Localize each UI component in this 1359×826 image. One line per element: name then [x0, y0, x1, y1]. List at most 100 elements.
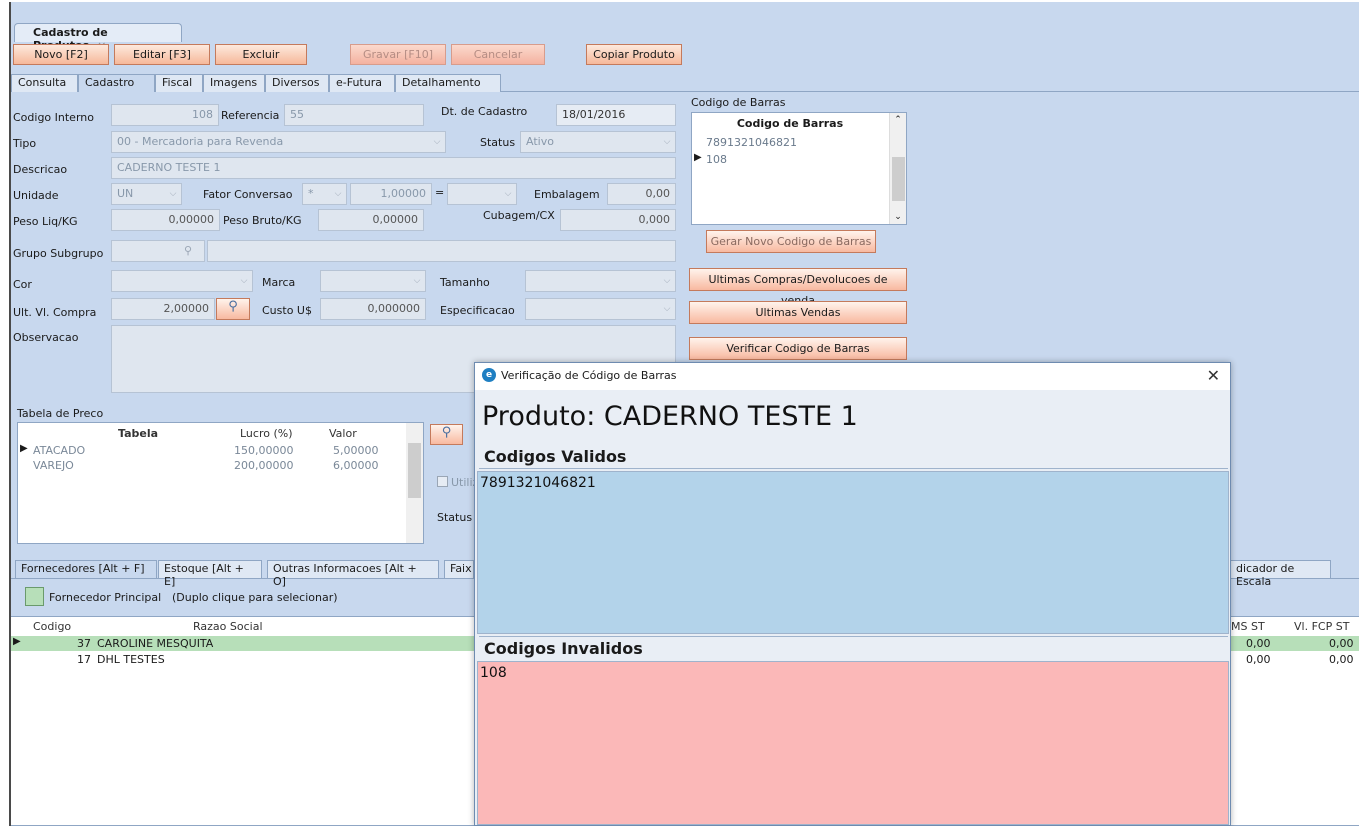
- ultimas-compras-button[interactable]: Ultimas Compras/Devolucoes de venda: [689, 268, 907, 307]
- cubagem-field[interactable]: 0,000: [560, 209, 676, 231]
- supplier-fcp: 0,00: [1329, 637, 1354, 650]
- tab-estoque[interactable]: Estoque [Alt + E]: [158, 560, 262, 588]
- peso-bruto-label: Peso Bruto/KG: [223, 214, 302, 227]
- close-icon[interactable]: ✕: [1207, 366, 1220, 385]
- price-row-lucro[interactable]: 150,00000: [234, 444, 294, 457]
- custo-field[interactable]: 0,000000: [320, 298, 426, 320]
- editar-button[interactable]: Editar [F3]: [114, 44, 210, 65]
- especificacao-select[interactable]: ⌵: [525, 298, 676, 320]
- custo-label: Custo U$: [262, 304, 312, 317]
- tamanho-select[interactable]: ⌵: [525, 270, 676, 292]
- chevron-up-icon[interactable]: ⌃: [890, 115, 906, 125]
- peso-bruto-field[interactable]: 0,00000: [318, 209, 424, 231]
- tipo-value: 00 - Mercadoria para Revenda: [117, 135, 284, 148]
- price-row-tabela[interactable]: ATACADO: [33, 444, 85, 457]
- grupo-field[interactable]: ⚲: [111, 240, 205, 262]
- invalidos-box[interactable]: 108: [477, 661, 1229, 825]
- fator-field[interactable]: 1,00000: [350, 183, 432, 205]
- tabela-preco-grid[interactable]: Tabela Lucro (%) Valor ▶ ATACADO 150,000…: [17, 422, 424, 544]
- supplier-codigo: 17: [77, 653, 91, 666]
- chevron-down-icon: ⌵: [663, 304, 671, 314]
- status-label: Status: [480, 136, 516, 149]
- tab-imagens[interactable]: Imagens: [203, 74, 265, 92]
- legend-hint: (Duplo clique para selecionar): [172, 591, 338, 604]
- dialog-titlebar: e Verificação de Código de Barras ✕: [475, 363, 1230, 390]
- novo-button[interactable]: Novo [F2]: [13, 44, 109, 65]
- tab-detalhamento[interactable]: Detalhamento: [395, 74, 501, 92]
- codigo-interno-label: Codigo Interno: [13, 111, 94, 124]
- barcode-row[interactable]: 108: [706, 153, 727, 166]
- tab-indicador-escala[interactable]: dicador de Escala: [1231, 560, 1331, 588]
- app-logo-icon: e: [482, 368, 496, 382]
- tab-outras-informacoes[interactable]: Outras Informacoes [Alt + O]: [267, 560, 439, 588]
- price-row-valor[interactable]: 6,00000: [333, 459, 379, 472]
- cancelar-button[interactable]: Cancelar: [451, 44, 545, 65]
- tab-fiscal[interactable]: Fiscal: [155, 74, 203, 92]
- ult-compra-field[interactable]: 2,00000: [111, 298, 215, 320]
- chevron-down-icon[interactable]: ⌄: [890, 212, 906, 222]
- search-icon[interactable]: ⚲: [184, 244, 192, 257]
- marca-select[interactable]: ⌵: [320, 270, 426, 292]
- tab-faixa[interactable]: Faix: [444, 560, 474, 578]
- validos-box[interactable]: 7891321046821: [477, 471, 1229, 634]
- fator-op-select[interactable]: * ⌵: [302, 183, 347, 205]
- scrollbar-thumb[interactable]: [408, 443, 421, 498]
- referencia-field[interactable]: 55: [284, 104, 424, 126]
- search-icon: ⚲: [441, 425, 452, 440]
- unidade-label: Unidade: [13, 189, 59, 202]
- tamanho-label: Tamanho: [440, 276, 490, 289]
- col-header: Valor: [329, 427, 357, 440]
- invalidos-heading: Codigos Invalidos: [479, 636, 1228, 660]
- cor-select[interactable]: ⌵: [111, 270, 253, 292]
- chevron-down-icon: ⌵: [169, 189, 177, 199]
- descricao-field[interactable]: CADERNO TESTE 1: [111, 157, 676, 179]
- embalagem-field[interactable]: 0,00: [607, 183, 676, 205]
- tab-cadastro[interactable]: Cadastro: [78, 74, 155, 92]
- utiliza-checkbox[interactable]: [437, 476, 448, 487]
- observacao-label: Observacao: [13, 331, 79, 344]
- search-button[interactable]: ⚲: [216, 298, 250, 320]
- verificar-codigo-button[interactable]: Verificar Codigo de Barras: [689, 337, 907, 360]
- unidade-value: UN: [117, 187, 134, 200]
- barcodes-grid[interactable]: Codigo de Barras 7891321046821 ▶ 108 ⌃ ⌄: [691, 112, 907, 225]
- chevron-down-icon: ⌵: [413, 276, 421, 286]
- document-tab[interactable]: Cadastro de Produtos×: [14, 23, 182, 52]
- scrollbar-thumb[interactable]: [892, 157, 905, 201]
- tab-diversos[interactable]: Diversos: [265, 74, 329, 92]
- tab-fornecedores[interactable]: Fornecedores [Alt + F]: [15, 560, 157, 578]
- tipo-select[interactable]: 00 - Mercadoria para Revenda ⌵: [111, 131, 446, 153]
- unidade-destino-select[interactable]: ⌵: [447, 183, 517, 205]
- row-pointer-icon: ▶: [13, 636, 21, 647]
- barcode-row[interactable]: 7891321046821: [706, 136, 797, 149]
- dt-cadastro-field[interactable]: 18/01/2016: [556, 104, 676, 126]
- excluir-button[interactable]: Excluir: [215, 44, 307, 65]
- copiar-produto-button[interactable]: Copiar Produto: [586, 44, 682, 65]
- grupo-label: Grupo Subgrupo: [13, 247, 104, 260]
- gerar-codigo-button[interactable]: Gerar Novo Codigo de Barras: [706, 230, 876, 253]
- search-button[interactable]: ⚲: [430, 424, 463, 445]
- chevron-down-icon: ⌵: [504, 189, 512, 199]
- peso-liq-label: Peso Liq/KG: [13, 215, 78, 228]
- peso-liq-field[interactable]: 0,00000: [111, 209, 220, 231]
- tab-efutura[interactable]: e-Futura: [329, 74, 395, 92]
- ult-compra-label: Ult. Vl. Compra: [13, 306, 97, 319]
- price-row-valor[interactable]: 5,00000: [333, 444, 379, 457]
- price-row-lucro[interactable]: 200,00000: [234, 459, 294, 472]
- price-row-tabela[interactable]: VAREJO: [33, 459, 74, 472]
- tab-consulta[interactable]: Consulta: [11, 74, 78, 92]
- principal-legend-label: Fornecedor Principal: [49, 591, 162, 604]
- tipo-label: Tipo: [13, 137, 37, 150]
- scrollbar[interactable]: [406, 423, 423, 543]
- validos-heading: Codigos Validos: [479, 445, 1228, 469]
- supplier-fcp: 0,00: [1329, 653, 1354, 666]
- grupo-descricao-field: [207, 240, 676, 262]
- codigo-interno-field[interactable]: 108: [111, 104, 219, 126]
- gravar-button[interactable]: Gravar [F10]: [350, 44, 446, 65]
- col-header: Lucro (%): [240, 427, 293, 440]
- marca-label: Marca: [262, 276, 296, 289]
- unidade-select[interactable]: UN ⌵: [111, 183, 182, 205]
- status-select[interactable]: Ativo ⌵: [520, 131, 676, 153]
- ultimas-vendas-button[interactable]: Ultimas Vendas: [689, 301, 907, 324]
- supplier-nome: CAROLINE MESQUITA: [97, 637, 214, 650]
- scrollbar[interactable]: ⌃ ⌄: [889, 113, 906, 224]
